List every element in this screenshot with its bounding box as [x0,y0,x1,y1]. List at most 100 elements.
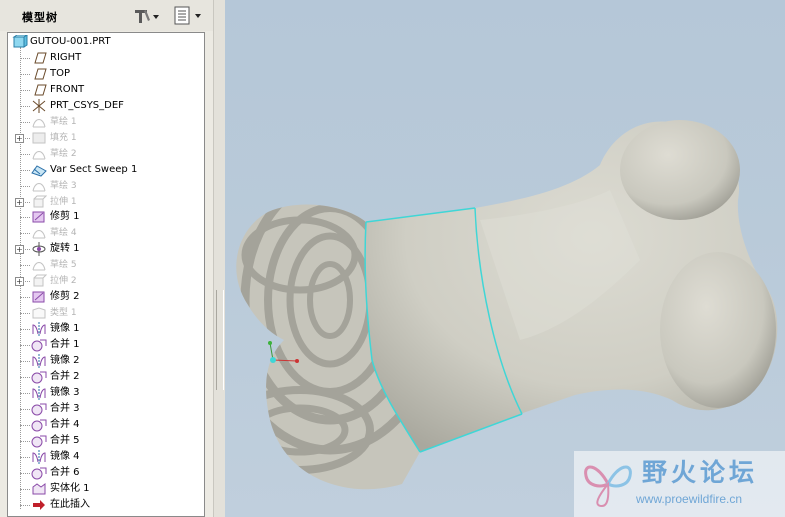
mirror-icon [31,354,47,368]
tree-item[interactable]: 合并 2 [8,369,204,385]
panel-splitter[interactable] [213,0,225,517]
tree-branch-line [20,392,30,394]
sketch-icon [31,226,47,240]
solidify-icon [31,482,47,496]
merge-icon [31,466,47,480]
tree-item-label: 修剪 2 [50,291,80,303]
trim-icon [31,210,47,224]
tree-item[interactable]: 镜像 4 [8,449,204,465]
tree-item-label: Var Sect Sweep 1 [50,163,138,175]
tree-item[interactable]: TOP [8,66,204,82]
fill-icon [31,131,47,145]
bone-knob-top-right [620,120,740,220]
csys-icon [31,98,47,113]
model-tree-list[interactable]: GUTOU-001.PRT RIGHT TOP FRONT PRT_CSYS_DEF 草绘… [7,32,205,517]
merge-icon [31,418,47,432]
tree-item[interactable]: 镜像 2 [8,353,204,369]
tree-item[interactable]: 合并 4 [8,417,204,433]
tree-item[interactable]: 合并 3 [8,401,204,417]
tree-item-label: 镜像 4 [50,450,80,462]
model-tree-title: 模型树 [22,11,58,24]
tree-item-label: TOP [50,67,71,79]
tree-item-label: 合并 4 [50,418,80,430]
tree-item-label: 拉伸 2 [50,276,77,287]
forum-watermark: 野火论坛 www.proewildfire.cn [574,451,785,517]
tree-item[interactable]: GUTOU-001.PRT [8,34,204,50]
tree-item-label: 拉伸 1 [50,196,77,207]
tree-item[interactable]: PRT_CSYS_DEF [8,98,204,114]
revolve-icon [31,242,47,257]
tree-item-label: 草绘 5 [50,260,77,271]
datum-plane-icon [31,83,47,97]
tree-item-label: 在此插入 [50,498,90,510]
tree-item[interactable]: + 拉伸 2 [8,273,204,289]
tree-branch-line [20,408,30,410]
tree-branch-line [20,345,30,347]
tree-item[interactable]: + 旋转 1 [8,241,204,257]
list-icon [174,6,201,24]
tree-branch-line [20,313,30,315]
tree-item[interactable]: 类型 1 [8,305,204,321]
tree-branch-line [20,472,30,474]
tree-item[interactable]: 在此插入 [8,497,204,513]
tree-item[interactable]: 修剪 1 [8,209,204,225]
tree-item-label: RIGHT [50,51,82,63]
tree-item-label: 填充 1 [50,132,77,143]
tree-branch-line [20,185,30,187]
tree-item[interactable]: 草绘 2 [8,146,204,162]
sweep-icon [31,163,47,177]
tree-item[interactable]: 合并 5 [8,433,204,449]
type-icon [31,306,47,320]
watermark-title: 野火论坛 [642,458,759,487]
tree-item[interactable]: + 拉伸 1 [8,194,204,210]
extrude-icon [31,274,48,288]
graphics-viewport[interactable] [225,0,785,517]
tree-branch-line [20,376,30,378]
extrude-icon [31,195,48,209]
tree-item[interactable]: Var Sect Sweep 1 [8,162,204,178]
tree-item[interactable]: RIGHT [8,50,204,66]
tree-item[interactable]: 草绘 1 [8,114,204,130]
merge-icon [31,370,47,384]
tree-item[interactable]: 实体化 1 [8,481,204,497]
insert-here-icon [31,498,47,512]
tree-item-label: 合并 3 [50,402,80,414]
tree-item-label: 镜像 2 [50,355,80,366]
tree-branch-line [20,217,30,219]
tree-item-label: PRT_CSYS_DEF [50,99,124,111]
tree-settings-button[interactable] [133,5,159,26]
tree-branch-line [20,233,30,235]
tree-item-label: FRONT [50,83,85,95]
tree-branch-line [20,297,30,299]
bone-model[interactable] [225,0,785,517]
tree-branch-line [20,89,30,91]
tree-item[interactable]: 合并 6 [8,465,204,481]
tree-branch-line [20,504,30,506]
model-tree-header: 模型树 [0,0,213,31]
tree-branch-line [20,73,30,75]
tree-item[interactable]: 镜像 3 [8,385,204,401]
tree-item-label: 合并 2 [50,370,80,382]
tree-item[interactable]: 修剪 2 [8,289,204,305]
tree-item-label: 草绘 1 [50,116,77,127]
tree-branch-line [20,249,30,251]
tree-item[interactable]: 镜像 1 [8,321,204,337]
model-tree-panel: 模型树 GUTOU-001.PRT RIGHT TOP FRONT PRT_CSYS_D… [0,0,213,517]
sketch-icon [31,179,47,193]
tree-item-label: 实体化 1 [50,482,90,494]
tree-branch-line [20,424,30,426]
tree-item[interactable]: 草绘 4 [8,225,204,241]
splitter-grip[interactable] [216,290,224,390]
mirror-icon [31,449,47,464]
tree-branch-line [20,169,30,171]
tree-item[interactable]: FRONT [8,82,204,98]
mirror-icon [31,385,47,400]
tree-item[interactable]: 合并 1 [8,337,204,353]
tree-item[interactable]: 草绘 3 [8,178,204,194]
tree-item-label: 草绘 4 [50,228,77,239]
merge-icon [31,402,47,416]
tree-show-button[interactable] [173,5,205,26]
tree-item[interactable]: + 填充 1 [8,130,204,146]
part-icon [12,34,29,49]
tree-item[interactable]: 草绘 5 [8,257,204,273]
